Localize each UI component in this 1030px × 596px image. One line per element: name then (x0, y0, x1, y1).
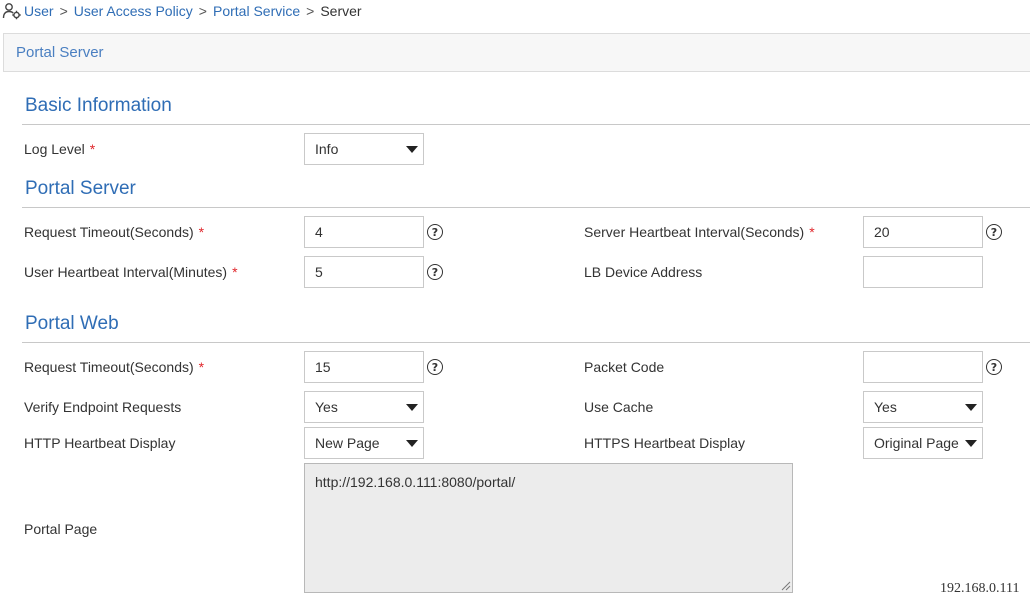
chevron-down-icon (406, 146, 418, 153)
use-cache-select[interactable]: Yes (863, 391, 983, 423)
http-heartbeat-value: New Page (315, 435, 380, 451)
log-level-value: Info (315, 141, 339, 157)
breadcrumb-link-portal-service[interactable]: Portal Service (213, 3, 300, 19)
resize-grip-icon[interactable] (780, 580, 791, 591)
help-icon[interactable]: ? (427, 264, 443, 280)
use-cache-label: Use Cache (584, 399, 654, 415)
breadcrumb-link-user[interactable]: User (24, 3, 54, 19)
breadcrumb-separator: > (306, 3, 315, 19)
http-heartbeat-label: HTTP Heartbeat Display (24, 435, 176, 451)
section-divider (22, 207, 1030, 208)
panel-header: Portal Server (3, 33, 1030, 72)
server-request-timeout-input[interactable] (304, 216, 424, 248)
log-level-label: Log Level * (24, 141, 96, 157)
required-marker: * (198, 224, 205, 240)
required-marker: * (809, 224, 815, 240)
required-marker: * (232, 264, 238, 280)
chevron-down-icon (965, 440, 977, 447)
breadcrumb-current: Server (320, 3, 362, 19)
section-divider (22, 124, 1030, 125)
web-request-timeout-input[interactable] (304, 351, 424, 383)
breadcrumb: User > User Access Policy > Portal Servi… (0, 0, 1030, 22)
help-icon[interactable]: ? (427, 359, 443, 375)
server-request-timeout-label: Request Timeout(Seconds) * (24, 224, 205, 240)
breadcrumb-separator: > (59, 3, 68, 19)
chevron-down-icon (406, 404, 418, 411)
use-cache-value: Yes (874, 399, 897, 415)
breadcrumb-separator: > (198, 3, 207, 19)
https-heartbeat-select[interactable]: Original Page (863, 427, 983, 459)
verify-endpoint-value: Yes (315, 399, 338, 415)
portal-page-label: Portal Page (24, 521, 98, 537)
user-heartbeat-input[interactable] (304, 256, 424, 288)
web-request-timeout-label: Request Timeout(Seconds) * (24, 359, 205, 375)
user-heartbeat-label: User Heartbeat Interval(Minutes) * (24, 264, 238, 280)
help-icon[interactable]: ? (986, 224, 1002, 240)
verify-endpoint-label: Verify Endpoint Requests (24, 399, 182, 415)
user-gear-icon (2, 3, 21, 20)
breadcrumb-link-user-access-policy[interactable]: User Access Policy (74, 3, 193, 19)
chevron-down-icon (965, 404, 977, 411)
help-icon[interactable]: ? (427, 224, 443, 240)
log-level-select[interactable]: Info (304, 133, 424, 165)
https-heartbeat-value: Original Page (874, 435, 959, 451)
portal-page-textarea[interactable]: http://192.168.0.111:8080/portal/ (304, 463, 793, 593)
http-heartbeat-select[interactable]: New Page (304, 427, 424, 459)
panel-title: Portal Server (16, 44, 104, 61)
server-heartbeat-label: Server Heartbeat Interval(Seconds) * (584, 224, 815, 240)
packet-code-input[interactable] (863, 351, 983, 383)
https-heartbeat-label: HTTPS Heartbeat Display (584, 435, 746, 451)
help-icon[interactable]: ? (986, 359, 1002, 375)
section-divider (22, 342, 1030, 343)
footer-ip-address: 192.168.0.111 (940, 581, 1020, 596)
lb-device-address-label: LB Device Address (584, 264, 703, 280)
required-marker: * (198, 359, 205, 375)
server-heartbeat-input[interactable] (863, 216, 983, 248)
page-root: User > User Access Policy > Portal Servi… (0, 0, 1030, 596)
section-title-portal-server: Portal Server (25, 178, 136, 199)
verify-endpoint-select[interactable]: Yes (304, 391, 424, 423)
lb-device-address-input[interactable] (863, 256, 983, 288)
section-title-portal-web: Portal Web (25, 313, 119, 334)
packet-code-label: Packet Code (584, 359, 665, 375)
chevron-down-icon (406, 440, 418, 447)
section-title-basic-information: Basic Information (25, 95, 172, 116)
required-marker: * (89, 141, 96, 157)
